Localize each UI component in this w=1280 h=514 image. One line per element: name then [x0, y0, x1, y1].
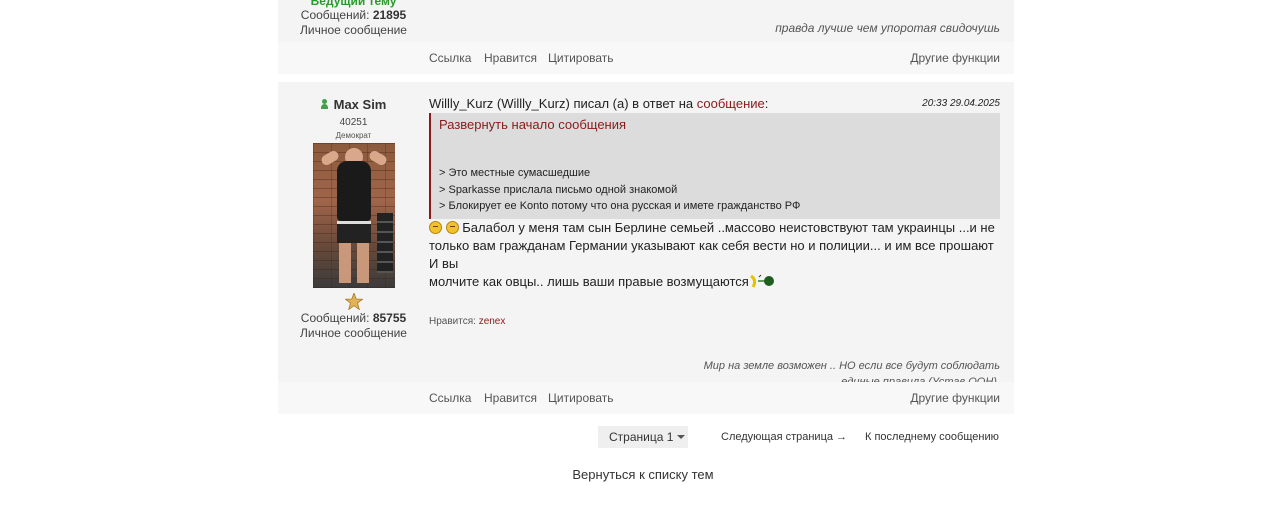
- private-message-link[interactable]: Личное сообщение: [278, 326, 429, 341]
- quote-line: > Блокирует ее Konto потому что она русс…: [439, 200, 801, 212]
- expand-quote-link[interactable]: Развернуть начало сообщения: [439, 117, 626, 132]
- post-signature: правда лучше чем упоротая свидочушь: [775, 21, 1000, 35]
- like-button[interactable]: Нравится: [484, 51, 537, 65]
- likes-row: Нравится: zenex: [429, 316, 505, 327]
- like-button[interactable]: Нравится: [484, 391, 537, 405]
- chevron-down-icon: [677, 435, 685, 439]
- quote-button[interactable]: Цитировать: [548, 391, 614, 405]
- quote-block: Развернуть начало сообщения > Это местны…: [429, 113, 1000, 219]
- page-select-value: Страница 1: [609, 430, 674, 444]
- header-colon: :: [764, 96, 769, 111]
- forum-post: Max Sim 40251 Демократ Сообщений: 85755 …: [278, 82, 1014, 414]
- message-count: Сообщений: 21895: [278, 8, 429, 23]
- user-title: Демократ: [335, 131, 372, 140]
- smiley-icon: [429, 221, 442, 234]
- link-button[interactable]: Ссылка: [429, 391, 471, 405]
- liker-name[interactable]: zenex: [479, 316, 506, 327]
- message-count: Сообщений: 85755: [278, 311, 429, 326]
- post-header: Willly_Kurz (Willly_Kurz) писал (а) в от…: [429, 96, 1000, 113]
- author-name-row: Max Sim: [320, 97, 387, 112]
- post-user-info: Max Sim 40251 Демократ Сообщений: 85755 …: [278, 96, 429, 341]
- prev-post-actions: Ссылка Нравится Цитировать Другие функци…: [278, 42, 1014, 74]
- likes-label: Нравится:: [429, 316, 476, 327]
- post-content: Willly_Kurz (Willly_Kurz) писал (а) в от…: [429, 96, 1000, 388]
- online-status-icon: [320, 99, 328, 109]
- message-line: только вам гражданам Германии указывают …: [429, 238, 994, 271]
- original-message-link[interactable]: сообщение: [697, 96, 765, 111]
- last-message-link[interactable]: К последнему сообщению: [865, 431, 999, 443]
- user-role: Ведущий тему: [310, 0, 397, 8]
- banana-emoji-icon: [749, 274, 775, 293]
- message-count-value: 85755: [372, 311, 407, 325]
- private-message-link[interactable]: Личное сообщение: [278, 23, 429, 38]
- author-name[interactable]: Max Sim: [334, 97, 387, 112]
- message-line: молчите как овцы.. лишь ваши правые возм…: [429, 274, 749, 289]
- message-count-label: Сообщений:: [300, 8, 370, 22]
- signature-line: Мир на земле возможен .. НО если все буд…: [703, 360, 1000, 372]
- smiley-icon: [445, 221, 459, 234]
- link-button[interactable]: Ссылка: [429, 51, 471, 65]
- back-to-topics-link[interactable]: Вернуться к списку тем: [0, 467, 1280, 482]
- more-functions-button[interactable]: Другие функции: [910, 391, 1000, 405]
- page-select[interactable]: Страница 1: [598, 426, 688, 448]
- prev-post-user-info: Ведущий тему Сообщений: 21895 Личное соо…: [278, 0, 429, 38]
- rank-star-icon: [278, 293, 429, 311]
- message-body: Балабол у меня там сын Берлине семьей ..…: [429, 219, 1000, 293]
- quote-line: > Это местные сумасшедшие: [439, 167, 591, 179]
- reputation: 40251: [339, 117, 368, 128]
- message-count-label: Сообщений:: [300, 311, 370, 325]
- post-actions: Ссылка Нравится Цитировать Другие функци…: [278, 382, 1014, 414]
- avatar[interactable]: [312, 143, 395, 288]
- reply-to-text: Willly_Kurz (Willly_Kurz) писал (а) в от…: [429, 96, 697, 111]
- next-page-link[interactable]: Следующая страница →: [721, 431, 847, 443]
- message-line: Балабол у меня там сын Берлине семьей ..…: [462, 220, 995, 235]
- quote-button[interactable]: Цитировать: [548, 51, 614, 65]
- post-date: 20:33 29.04.2025: [922, 98, 1000, 109]
- message-count-value: 21895: [372, 8, 407, 22]
- quote-line: > Sparkasse прислала письмо одной знаком…: [439, 184, 678, 196]
- more-functions-button[interactable]: Другие функции: [910, 51, 1000, 65]
